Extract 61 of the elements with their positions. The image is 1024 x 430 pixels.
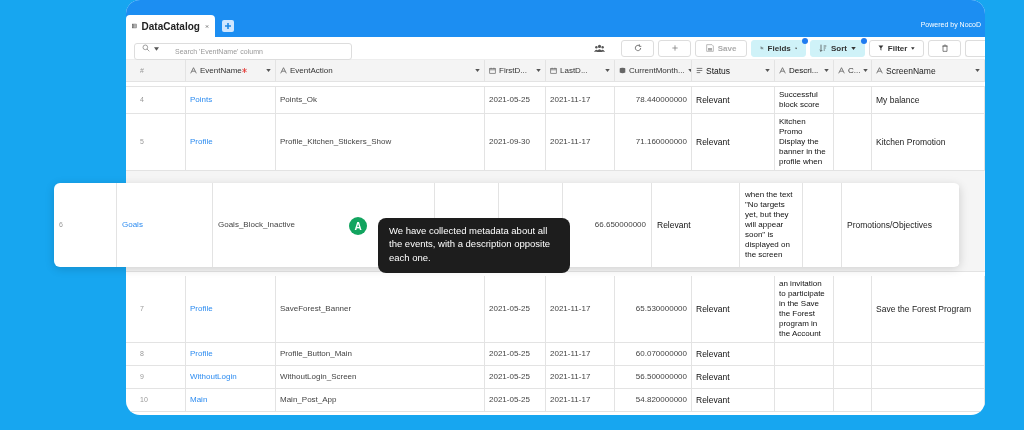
- status-cell: Relevant: [692, 276, 775, 342]
- event-action-cell: SaveForest_Banner: [276, 276, 485, 342]
- column-header[interactable]: Descri...: [775, 60, 834, 81]
- current-month-cell: 65.530000000: [615, 276, 692, 342]
- last-date-cell: 2021-11-17: [546, 276, 615, 342]
- current-month-cell: 60.070000000: [615, 343, 692, 365]
- event-action-cell: WithoutLogin_Screen: [276, 366, 485, 388]
- first-date-cell: 2021-05-25: [485, 276, 546, 342]
- current-month-cell: 56.500000000: [615, 366, 692, 388]
- event-name-link[interactable]: Points: [186, 87, 276, 113]
- event-name-link[interactable]: Profile: [186, 114, 276, 170]
- current-month-cell: 71.160000000: [615, 114, 692, 170]
- last-date-cell: 2021-11-17: [546, 343, 615, 365]
- data-catalog-tab[interactable]: DataCatalog: [126, 15, 215, 37]
- description-cell: an invitation to participate in the Save the Forest program in the Account: [775, 276, 834, 342]
- event-action-cell: Profile_Kitchen_Stickers_Show: [276, 114, 485, 170]
- event-action-cell: Profile_Button_Main: [276, 343, 485, 365]
- first-date-cell: 2021-05-25: [485, 343, 546, 365]
- fields-button[interactable]: Fields: [751, 39, 806, 57]
- column-header[interactable]: ScreenName: [872, 60, 985, 81]
- event-action-cell: Main_Post_App: [276, 389, 485, 411]
- screen-name-cell: Kitchen Promotion: [872, 114, 985, 170]
- column-header[interactable]: FirstD...: [485, 60, 546, 81]
- current-month-cell: 54.820000000: [615, 389, 692, 411]
- status-cell: Relevant: [692, 366, 775, 388]
- event-name-link[interactable]: Main: [186, 389, 276, 411]
- status-cell: Relevant: [652, 183, 740, 267]
- screen-name-cell: My balance: [872, 87, 985, 113]
- first-date-cell: 2021-05-25: [485, 389, 546, 411]
- filter-button[interactable]: Filter: [869, 39, 924, 57]
- event-action-cell: Points_Ok: [276, 87, 485, 113]
- column-header[interactable]: EventName: [186, 60, 276, 81]
- screen-name-cell: Promotions/Objectives: [842, 183, 960, 267]
- sort-button[interactable]: Sort: [810, 39, 865, 57]
- column-header[interactable]: EventAction: [276, 60, 485, 81]
- screen-name-cell: Save the Forest Program: [872, 276, 985, 342]
- description-cell: Successful block score: [775, 87, 834, 113]
- description-cell: when the text "No targets yet, but they will appear soon" is displayed on the screen: [740, 183, 803, 267]
- tooltip: We have collected metadata about all the events, with a description opposite each one.: [378, 218, 570, 273]
- first-date-cell: 2021-05-25: [485, 366, 546, 388]
- first-date-cell: 2021-05-25: [485, 87, 546, 113]
- status-cell: Relevant: [692, 343, 775, 365]
- event-name-link[interactable]: Profile: [186, 276, 276, 342]
- column-header[interactable]: Status: [692, 60, 775, 81]
- last-date-cell: 2021-11-17: [546, 114, 615, 170]
- status-cell: Relevant: [692, 87, 775, 113]
- last-date-cell: 2021-11-17: [546, 389, 615, 411]
- column-header[interactable]: LastD...: [546, 60, 615, 81]
- event-name-link[interactable]: Profile: [186, 343, 276, 365]
- column-header[interactable]: CurrentMonth...: [615, 60, 692, 81]
- event-name-link[interactable]: Goals: [117, 183, 213, 267]
- status-cell: Relevant: [692, 389, 775, 411]
- column-header[interactable]: C...: [834, 60, 872, 81]
- description-cell: Kitchen Promo Display the banner in the profile when: [775, 114, 834, 170]
- last-date-cell: 2021-11-17: [546, 366, 615, 388]
- event-name-link[interactable]: WithoutLogin: [186, 366, 276, 388]
- last-date-cell: 2021-11-17: [546, 87, 615, 113]
- tab-title: DataCatalog: [141, 20, 200, 32]
- current-month-cell: 78.440000000: [615, 87, 692, 113]
- status-cell: Relevant: [692, 114, 775, 170]
- first-date-cell: 2021-09-30: [485, 114, 546, 170]
